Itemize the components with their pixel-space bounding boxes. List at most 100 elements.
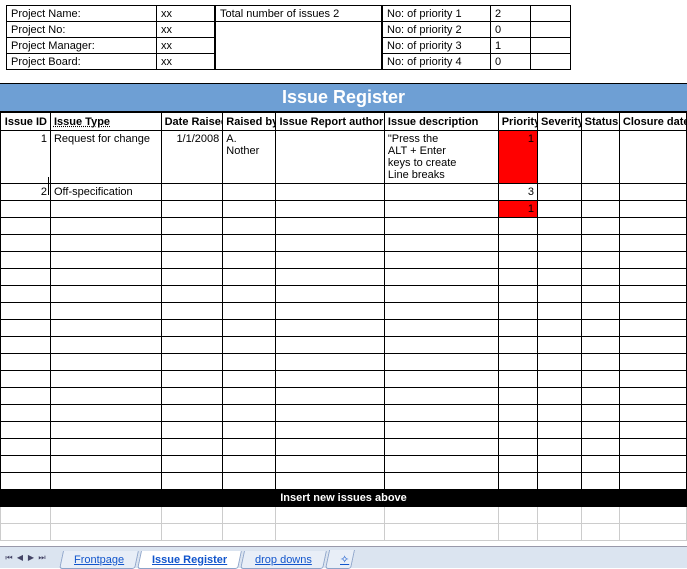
empty-cell[interactable] (276, 473, 384, 490)
empty-cell[interactable] (581, 524, 619, 541)
table-row[interactable] (1, 337, 687, 354)
table-row[interactable] (1, 235, 687, 252)
empty-cell[interactable] (276, 524, 384, 541)
empty-cell[interactable] (498, 320, 537, 337)
cell-by[interactable]: A. Nother (223, 131, 276, 184)
empty-cell[interactable] (276, 269, 384, 286)
empty-cell[interactable] (50, 252, 161, 269)
empty-cell[interactable] (581, 320, 619, 337)
empty-cell[interactable] (1, 269, 51, 286)
empty-cell[interactable] (619, 507, 686, 524)
tab-last-icon[interactable]: ⏭ (37, 551, 47, 565)
empty-cell[interactable] (538, 456, 582, 473)
empty-cell[interactable] (161, 371, 223, 388)
empty-cell[interactable] (384, 286, 498, 303)
empty-cell[interactable] (384, 320, 498, 337)
empty-cell[interactable] (1, 235, 51, 252)
empty-cell[interactable] (619, 303, 686, 320)
tab-issue-register[interactable]: Issue Register (137, 551, 242, 569)
empty-cell[interactable] (619, 320, 686, 337)
project-no-val[interactable]: xx (157, 22, 215, 38)
empty-cell[interactable] (498, 507, 537, 524)
cell-pri[interactable]: 1 (498, 131, 537, 184)
table-row[interactable] (1, 507, 687, 524)
empty-cell[interactable] (276, 218, 384, 235)
empty-cell[interactable] (50, 320, 161, 337)
empty-cell[interactable] (581, 269, 619, 286)
empty-cell[interactable] (50, 439, 161, 456)
empty-cell[interactable] (619, 354, 686, 371)
empty-cell[interactable] (161, 405, 223, 422)
cell-report[interactable] (276, 201, 384, 218)
empty-cell[interactable] (581, 218, 619, 235)
empty-cell[interactable] (223, 507, 276, 524)
cell-stat[interactable] (581, 201, 619, 218)
empty-cell[interactable] (161, 252, 223, 269)
empty-cell[interactable] (1, 252, 51, 269)
project-board-val[interactable]: xx (157, 54, 215, 70)
empty-cell[interactable] (581, 405, 619, 422)
empty-cell[interactable] (223, 252, 276, 269)
project-table[interactable]: Project Name:xx Project No:xx Project Ma… (6, 5, 215, 70)
empty-cell[interactable] (1, 303, 51, 320)
empty-cell[interactable] (538, 252, 582, 269)
empty-cell[interactable] (1, 524, 51, 541)
empty-cell[interactable] (619, 235, 686, 252)
empty-cell[interactable] (1, 354, 51, 371)
empty-cell[interactable] (581, 371, 619, 388)
empty-cell[interactable] (619, 218, 686, 235)
empty-cell[interactable] (498, 303, 537, 320)
hdr-raised-by[interactable]: Raised by (223, 113, 276, 131)
empty-cell[interactable] (50, 405, 161, 422)
empty-cell[interactable] (1, 286, 51, 303)
table-row[interactable] (1, 303, 687, 320)
cell-type[interactable] (50, 201, 161, 218)
empty-cell[interactable] (581, 439, 619, 456)
empty-cell[interactable] (581, 456, 619, 473)
table-row[interactable] (1, 439, 687, 456)
empty-cell[interactable] (223, 371, 276, 388)
empty-cell[interactable] (276, 422, 384, 439)
empty-cell[interactable] (384, 354, 498, 371)
empty-cell[interactable] (276, 337, 384, 354)
empty-cell[interactable] (538, 371, 582, 388)
empty-cell[interactable] (538, 388, 582, 405)
empty-cell[interactable] (619, 388, 686, 405)
empty-cell[interactable] (161, 388, 223, 405)
cell-id[interactable]: 1 (1, 131, 51, 184)
empty-cell[interactable] (161, 524, 223, 541)
empty-cell[interactable] (581, 286, 619, 303)
empty-cell[interactable] (498, 269, 537, 286)
empty-cell[interactable] (1, 473, 51, 490)
empty-cell[interactable] (223, 269, 276, 286)
empty-cell[interactable] (1, 371, 51, 388)
empty-cell[interactable] (161, 320, 223, 337)
empty-cell[interactable] (498, 218, 537, 235)
table-row[interactable] (1, 456, 687, 473)
empty-cell[interactable] (50, 235, 161, 252)
empty-cell[interactable] (538, 269, 582, 286)
cell-close[interactable] (619, 131, 686, 184)
empty-cell[interactable] (223, 388, 276, 405)
empty-cell[interactable] (498, 235, 537, 252)
hdr-severity[interactable]: Severity (538, 113, 582, 131)
empty-cell[interactable] (276, 507, 384, 524)
empty-cell[interactable] (223, 473, 276, 490)
empty-cell[interactable] (384, 337, 498, 354)
empty-cell[interactable] (223, 286, 276, 303)
empty-cell[interactable] (384, 507, 498, 524)
total-issues-table[interactable]: Total number of issues 2 (215, 5, 382, 70)
empty-cell[interactable] (161, 269, 223, 286)
empty-cell[interactable] (161, 337, 223, 354)
empty-cell[interactable] (50, 354, 161, 371)
empty-cell[interactable] (384, 218, 498, 235)
empty-cell[interactable] (538, 286, 582, 303)
p3-val[interactable]: 1 (491, 38, 531, 54)
empty-cell[interactable] (223, 337, 276, 354)
empty-cell[interactable] (276, 354, 384, 371)
empty-cell[interactable] (581, 473, 619, 490)
empty-cell[interactable] (581, 388, 619, 405)
empty-cell[interactable] (619, 405, 686, 422)
empty-cell[interactable] (581, 235, 619, 252)
empty-cell[interactable] (161, 507, 223, 524)
